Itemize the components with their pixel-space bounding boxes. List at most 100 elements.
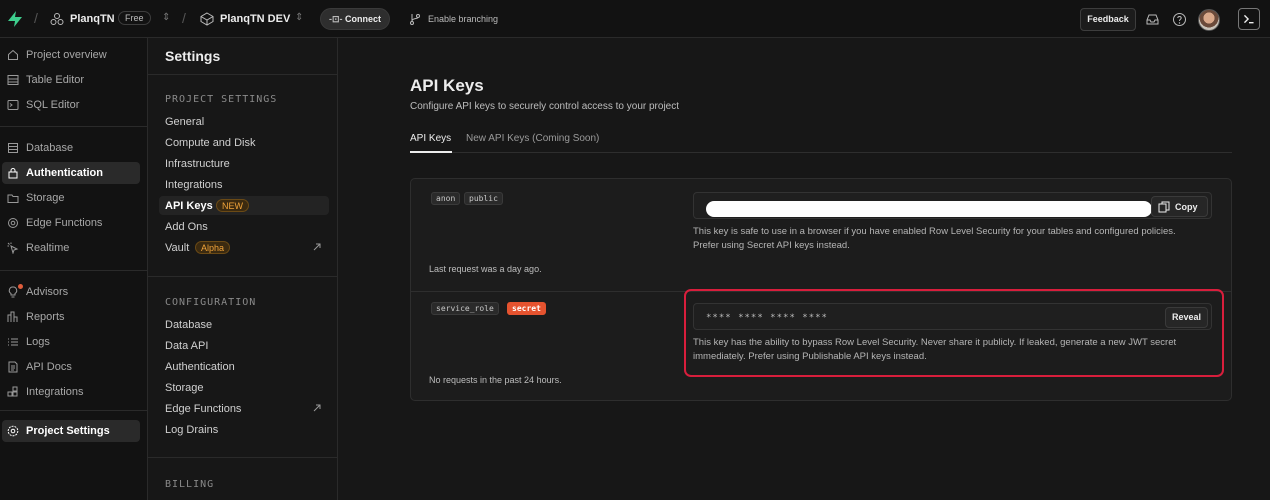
inbox-icon[interactable] — [1145, 12, 1160, 27]
settings-item-label: Vault — [165, 242, 190, 254]
organization-name[interactable]: PlanqTN — [70, 13, 115, 25]
plan-badge: Free — [118, 11, 151, 25]
nav-realtime[interactable]: Realtime — [2, 237, 140, 259]
nav-label: Realtime — [26, 242, 70, 254]
page-subtitle: Configure API keys to securely control a… — [410, 101, 680, 112]
database-icon — [8, 143, 18, 153]
plug-icon: -⊡- — [328, 14, 346, 24]
list-icon — [8, 338, 18, 346]
nav-label: Reports — [26, 311, 65, 323]
primary-sidebar: Project overview Table Editor SQL Editor… — [0, 38, 148, 500]
nav-integrations[interactable]: Integrations — [2, 381, 140, 403]
key-tag: public — [464, 192, 503, 205]
enable-branching-button[interactable]: Enable branching — [428, 14, 498, 24]
redacted-key-value — [706, 201, 1152, 217]
settings-item-infrastructure[interactable]: Infrastructure — [159, 154, 329, 173]
nav-database[interactable]: Database — [2, 137, 140, 159]
user-avatar[interactable] — [1198, 9, 1220, 31]
service-role-last-request: No requests in the past 24 hours. — [429, 375, 562, 385]
notification-dot — [18, 284, 23, 289]
nav-table-editor[interactable]: Table Editor — [2, 69, 140, 91]
settings-item-integrations[interactable]: Integrations — [159, 175, 329, 194]
settings-item-edge-functions[interactable]: Edge Functions — [159, 399, 329, 418]
nav-api-docs[interactable]: API Docs — [2, 356, 140, 378]
settings-item-label: Database — [165, 319, 213, 331]
top-bar: / PlanqTN Free ⇕ / PlanqTN DEV ⇕ -⊡- Con… — [0, 0, 1270, 38]
settings-item-log-drains[interactable]: Log Drains — [159, 420, 329, 439]
terminal-icon[interactable] — [1238, 8, 1260, 30]
settings-item-label: Authentication — [165, 361, 235, 373]
nav-logs[interactable]: Logs — [2, 331, 140, 353]
active-tab-indicator — [410, 151, 452, 153]
anon-key-description: This key is safe to use in a browser if … — [693, 226, 1176, 251]
nav-sql-editor[interactable]: SQL Editor — [2, 94, 140, 116]
connect-button[interactable]: -⊡- Connect — [320, 8, 390, 30]
tab-api-keys[interactable]: API Keys — [410, 133, 451, 144]
nav-label: Edge Functions — [26, 217, 103, 229]
settings-item-storage[interactable]: Storage — [159, 378, 329, 397]
nav-label: Table Editor — [26, 74, 85, 86]
nav-reports[interactable]: Reports — [2, 306, 140, 328]
settings-item-label: Integrations — [165, 179, 223, 191]
settings-item-api-keys[interactable]: API Keys NEW — [159, 196, 329, 215]
anon-key-field[interactable]: Copy — [693, 192, 1212, 219]
nav-advisors[interactable]: Advisors — [2, 281, 140, 303]
settings-item-general[interactable]: General — [159, 112, 329, 131]
project-name[interactable]: PlanqTN DEV — [220, 13, 290, 25]
folder-icon — [7, 194, 19, 203]
settings-item-label: General — [165, 116, 205, 128]
nav-project-overview[interactable]: Project overview — [2, 44, 140, 66]
chart-icon — [7, 311, 18, 322]
home-icon — [8, 49, 18, 60]
nav-label: Storage — [26, 192, 65, 204]
anon-last-request: Last request was a day ago. — [429, 264, 542, 274]
settings-item-label: Data API — [165, 340, 209, 352]
nav-label: Project overview — [26, 49, 107, 61]
section-label-configuration: CONFIGURATION — [165, 297, 257, 308]
settings-item-vault[interactable]: Vault Alpha — [159, 238, 329, 257]
settings-item-add-ons[interactable]: Add Ons — [159, 217, 329, 236]
main-content: API Keys Configure API keys to securely … — [339, 38, 1270, 500]
nav-project-settings[interactable]: Project Settings — [2, 420, 140, 442]
settings-item-label: Add Ons — [165, 221, 208, 233]
settings-item-authentication[interactable]: Authentication — [159, 357, 329, 376]
settings-sidebar: Settings PROJECT SETTINGS General Comput… — [148, 38, 338, 500]
cursor-icon — [7, 242, 19, 254]
document-icon — [8, 361, 18, 373]
settings-divider — [148, 457, 338, 458]
settings-item-compute[interactable]: Compute and Disk — [159, 133, 329, 152]
settings-item-data-api[interactable]: Data API — [159, 336, 329, 355]
git-branch-icon — [410, 14, 420, 25]
nav-edge-functions[interactable]: Edge Functions — [2, 212, 140, 234]
breadcrumb-separator: / — [182, 10, 186, 26]
new-badge: NEW — [216, 199, 249, 212]
copy-label: Copy — [1175, 202, 1198, 212]
nav-label: Logs — [26, 336, 50, 348]
settings-item-label: Infrastructure — [165, 158, 230, 170]
nav-label: Authentication — [26, 167, 103, 179]
nav-storage[interactable]: Storage — [2, 187, 140, 209]
settings-item-label: Storage — [165, 382, 204, 394]
puzzle-icon — [7, 386, 18, 397]
org-switcher-chevron-icon[interactable]: ⇕ — [162, 12, 170, 23]
nav-authentication[interactable]: Authentication — [2, 162, 140, 184]
lightbulb-icon — [8, 286, 18, 298]
key-tag: anon — [431, 192, 461, 205]
nav-divider — [0, 126, 148, 127]
organization-icon — [50, 13, 64, 25]
copy-icon — [1158, 201, 1170, 213]
settings-item-label: Compute and Disk — [165, 137, 256, 149]
settings-item-database[interactable]: Database — [159, 315, 329, 334]
help-icon[interactable] — [1172, 12, 1187, 27]
nav-label: API Docs — [26, 361, 72, 373]
highlight-annotation-box — [684, 289, 1224, 377]
feedback-button[interactable]: Feedback — [1080, 8, 1136, 31]
breadcrumb-separator: / — [34, 10, 38, 26]
secret-tag: secret — [507, 302, 546, 315]
nav-label: Advisors — [26, 286, 69, 298]
tab-new-api-keys[interactable]: New API Keys (Coming Soon) — [466, 133, 599, 144]
copy-button[interactable]: Copy — [1151, 196, 1208, 217]
settings-item-label: API Keys — [165, 200, 213, 212]
project-switcher-chevron-icon[interactable]: ⇕ — [295, 12, 303, 23]
supabase-logo-icon[interactable] — [6, 10, 24, 28]
